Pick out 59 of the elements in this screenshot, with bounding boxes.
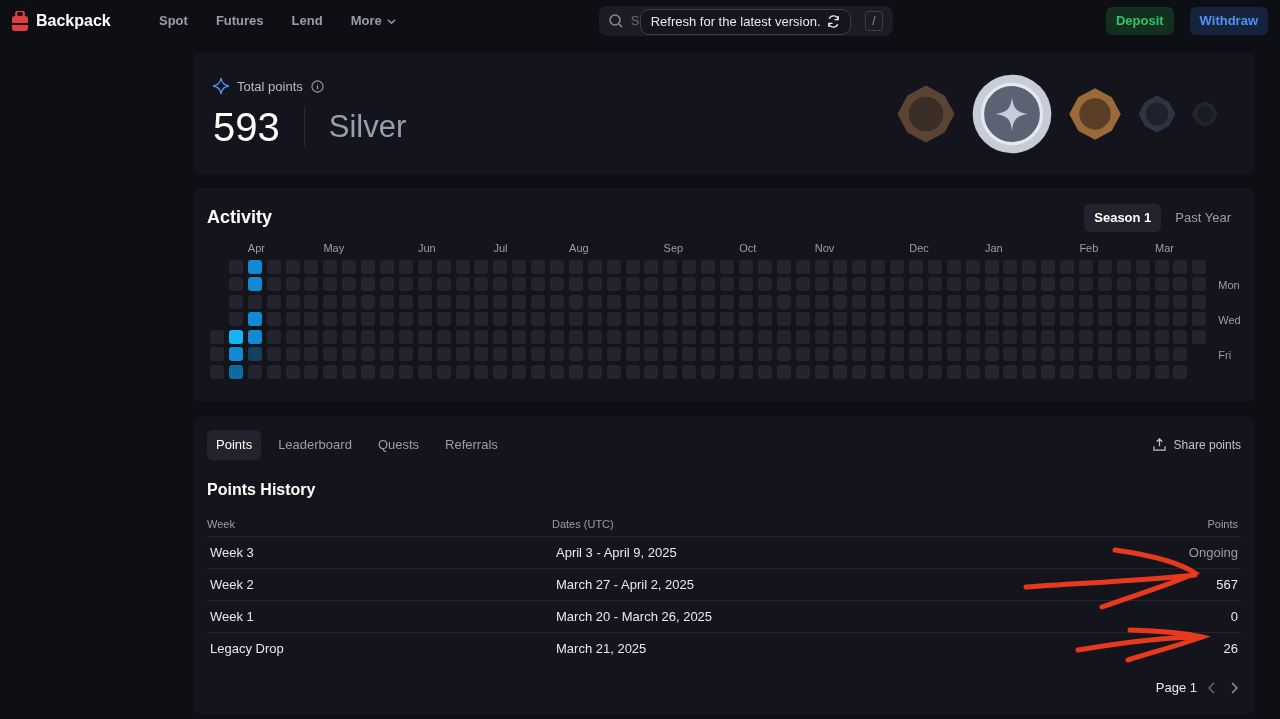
table-cell-text: 0 xyxy=(1230,607,1238,626)
table-cell-text: 567 xyxy=(1216,575,1238,594)
nav-link[interactable]: Futures xyxy=(215,11,264,31)
nav-link[interactable]: Spot xyxy=(159,11,188,31)
table-cell-text: Week 3 xyxy=(209,543,255,562)
upload-icon xyxy=(1152,438,1166,452)
table-cell-text: 26 xyxy=(1223,639,1238,658)
deposit-button[interactable]: Deposit xyxy=(1105,7,1174,35)
table-cell-text: Ongoing xyxy=(1188,543,1238,562)
tab[interactable]: Referrals xyxy=(436,430,507,460)
backpack-logo-icon xyxy=(12,11,28,31)
column-header: Week xyxy=(207,516,236,532)
table-cell-text: March 20 - March 26, 2025 xyxy=(555,607,713,626)
month-label: Mar xyxy=(1155,240,1174,256)
month-label: Jul xyxy=(493,240,508,256)
points-value: 593 xyxy=(213,107,280,148)
total-points-label: Total points xyxy=(237,77,303,96)
brand-name[interactable]: Backpack xyxy=(36,9,111,33)
month-label: Apr xyxy=(247,240,265,256)
table-cell-text: March 27 - April 2, 2025 xyxy=(555,575,695,594)
search-field[interactable]: S / Refresh for the latest version. xyxy=(598,6,893,36)
refresh-icon xyxy=(826,15,840,29)
shortcut-key: / xyxy=(865,11,883,31)
month-label: May xyxy=(323,240,345,256)
tier-name: Silver xyxy=(328,108,407,146)
search-icon xyxy=(608,14,623,28)
month-label: Nov xyxy=(814,240,835,256)
sparkle-icon xyxy=(213,78,229,95)
activity-title: Activity xyxy=(207,206,273,230)
nav-link[interactable]: Lend xyxy=(291,11,323,31)
table-cell-text: Week 2 xyxy=(209,575,255,594)
page-label: Page 1 xyxy=(1155,679,1197,697)
range-tab[interactable]: Season 1 xyxy=(1084,204,1162,232)
table-cell-text: April 3 - April 9, 2025 xyxy=(555,543,677,562)
month-label: Aug xyxy=(569,240,589,256)
tab[interactable]: Points xyxy=(207,430,262,460)
day-label: Fri xyxy=(1218,348,1233,361)
info-icon[interactable] xyxy=(310,79,324,93)
column-header: Dates (UTC) xyxy=(552,516,614,532)
month-label: Jun xyxy=(417,240,436,256)
month-label: Jan xyxy=(984,240,1003,256)
withdraw-button[interactable]: Withdraw xyxy=(1189,7,1268,35)
range-tab[interactable]: Past Year xyxy=(1165,204,1241,232)
table-cell-text: Week 1 xyxy=(209,607,255,626)
month-label: Sep xyxy=(663,240,684,256)
table-cell-text: Legacy Drop xyxy=(209,639,285,658)
tab[interactable]: Leaderboard xyxy=(269,430,361,460)
month-label: Feb xyxy=(1079,240,1099,256)
day-label: Mon xyxy=(1218,278,1241,291)
day-label: Wed xyxy=(1218,313,1241,326)
points-history-title: Points History xyxy=(207,479,317,500)
share-points-button[interactable]: Share points xyxy=(1152,435,1241,454)
nav-link[interactable]: More xyxy=(350,11,397,31)
month-label: Dec xyxy=(909,240,929,256)
refresh-toast[interactable]: Refresh for the latest version. xyxy=(639,9,851,35)
column-header: Points xyxy=(1207,516,1238,532)
tab[interactable]: Quests xyxy=(368,430,429,460)
table-cell-text: March 21, 2025 xyxy=(555,639,647,658)
month-label: Oct xyxy=(739,240,757,256)
